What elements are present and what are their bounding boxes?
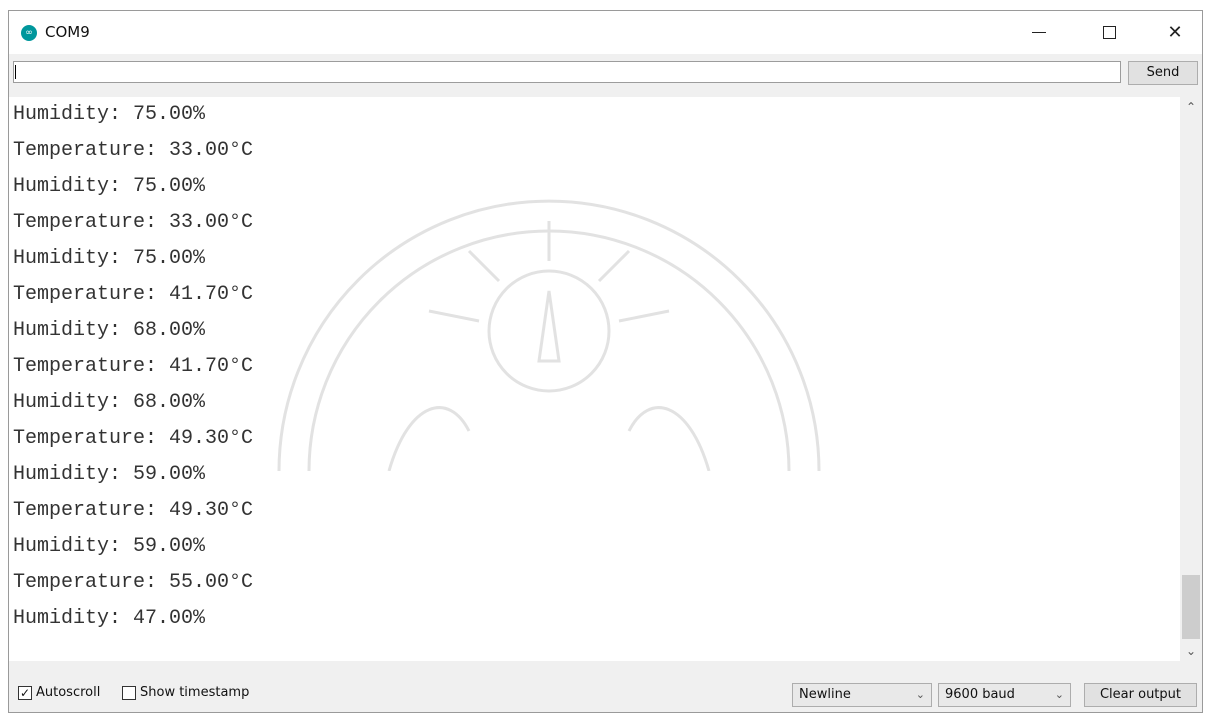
chevron-down-icon: ⌄ [915,688,925,701]
output-line: Temperature: 33.00°C [13,139,254,162]
vertical-scrollbar[interactable]: ⌃ ⌄ [1180,97,1202,661]
chevron-down-icon: ⌄ [1054,688,1064,701]
serial-monitor-window: ∞ COM9 ✕ Send Humidity: 75.00% Temperatur… [8,10,1203,713]
output-line: Temperature: 49.30°C [13,427,254,450]
output-line: Humidity: 75.00% [13,247,206,270]
output-line: Humidity: 68.00% [13,319,206,342]
send-row: Send [9,55,1202,89]
line-ending-select[interactable]: Newline ⌄ [792,683,932,707]
serial-output[interactable]: Humidity: 75.00% Temperature: 33.00°C Humi… [9,97,1180,661]
output-line: Temperature: 41.70°C [13,283,254,306]
output-line: Humidity: 47.00% [13,607,206,630]
scroll-thumb[interactable] [1182,575,1200,639]
output-line: Humidity: 75.00% [13,103,206,126]
text-caret [15,65,16,79]
output-lines: Humidity: 75.00% Temperature: 33.00°C Humi… [9,97,1180,637]
output-line: Humidity: 59.00% [13,535,206,558]
baud-rate-value: 9600 baud [945,687,1015,702]
scroll-up-icon[interactable]: ⌃ [1180,97,1202,117]
output-line: Temperature: 55.00°C [13,571,254,594]
output-line: Humidity: 68.00% [13,391,206,414]
clear-output-button[interactable]: Clear output [1084,683,1197,707]
baud-rate-select[interactable]: 9600 baud ⌄ [938,683,1071,707]
minimize-icon [1032,32,1046,33]
output-line: Humidity: 75.00% [13,175,206,198]
send-button[interactable]: Send [1128,61,1198,85]
output-line: Temperature: 41.70°C [13,355,254,378]
autoscroll-label: Autoscroll [36,685,101,700]
title-bar: ∞ COM9 ✕ [9,11,1202,54]
show-timestamp-label: Show timestamp [140,685,250,700]
output-line: Humidity: 59.00% [13,463,206,486]
arduino-icon: ∞ [21,25,37,41]
scroll-down-icon[interactable]: ⌄ [1180,641,1202,661]
clipped-line [13,97,73,99]
close-icon: ✕ [1167,21,1183,43]
maximize-icon [1102,26,1116,39]
output-line: Temperature: 33.00°C [13,211,254,234]
background-strip [0,0,1211,10]
output-line: Temperature: 49.30°C [13,499,254,522]
autoscroll-checkbox[interactable]: ✓ [18,686,32,700]
maximize-button[interactable] [1086,11,1132,54]
line-ending-value: Newline [799,687,851,702]
window-title: COM9 [45,23,90,41]
minimize-button[interactable] [1016,11,1062,54]
bottom-toolbar: ✓ Autoscroll Show timestamp Newline ⌄ 96… [9,662,1202,712]
serial-input[interactable] [13,61,1121,83]
show-timestamp-checkbox[interactable] [122,686,136,700]
close-button[interactable]: ✕ [1152,11,1198,54]
